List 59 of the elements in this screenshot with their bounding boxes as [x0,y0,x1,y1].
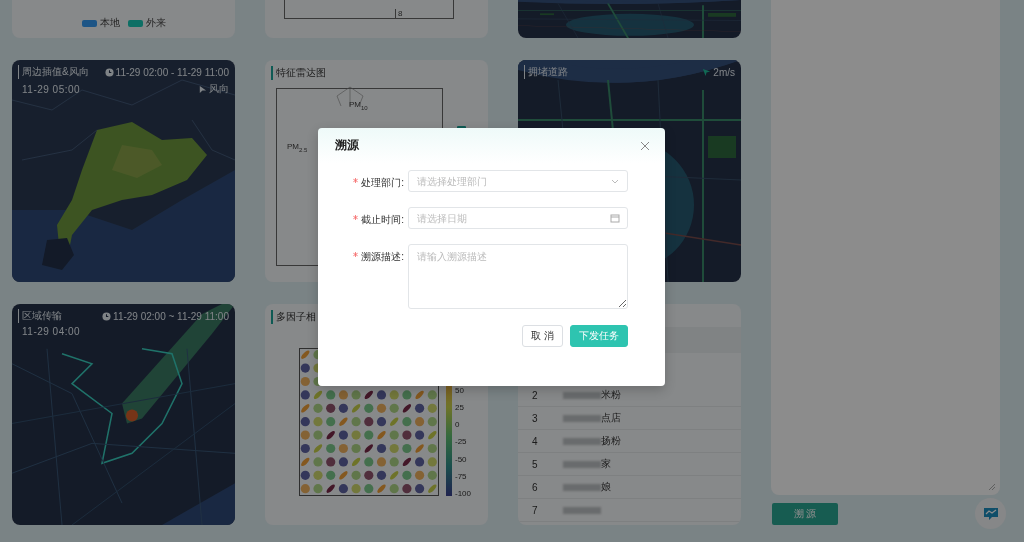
tick-label: -100 [455,488,471,498]
panel-title: 周边插值&风向 [18,65,89,79]
table-cell-text: 4 [531,435,539,447]
tick-label: 0 [455,420,461,430]
close-icon[interactable] [639,139,651,152]
table-cell: 娘 [601,480,611,494]
tick-label: -75 [455,471,468,481]
panel-title: 区域传输 [18,309,62,323]
clock-icon [104,67,114,77]
axis-label: PM$_{2.5}$ [287,142,308,153]
table-cell-text: 3 [531,412,539,424]
select-field[interactable]: 请选择处理部门 [408,170,628,192]
table-cell-text: 7 [531,504,539,516]
legend-label: 外来 [145,16,166,30]
field-label: 截止时间: [361,213,404,227]
table-cell: 点店 [601,411,621,425]
resize-grip-icon[interactable] [989,484,995,490]
tick-label: -50 [455,454,468,464]
redacted-text [563,460,601,468]
axis-label: PM$_{10}$ [349,100,368,111]
redacted-text [563,391,601,399]
trace-button[interactable]: 溯 源 [772,503,838,525]
field-label: 处理部门: [361,176,404,190]
chat-button[interactable] [975,498,1006,529]
table-cell: 家 [601,457,611,471]
table-cell-text: 5 [531,458,539,470]
description-field[interactable] [771,0,1000,495]
table-cell: 米粉 [601,388,621,402]
calendar-icon [610,213,620,223]
arrow-icon [198,84,207,94]
legend-label: 本地 [99,16,120,30]
wind-label: 风向 [209,82,229,96]
table-cell-text: 2 [531,389,539,401]
redacted-text [563,414,601,422]
time-range: 11-29 02:00 ~ 11-29 11:00 [113,310,229,322]
arrow-icon [702,67,712,77]
table-cell: 扬粉 [601,434,621,448]
time-range: 11-29 02:00 - 11-29 11:00 [115,66,229,78]
wind-speed: 2m/s [713,66,735,78]
tick-label: 50 [455,386,465,395]
tick-label: -25 [455,437,468,447]
redacted-text [563,437,601,445]
field-label: 溯源描述: [361,250,404,264]
cancel-button[interactable]: 取 消 [522,325,563,347]
card-title: 特征雷达图 [271,66,326,80]
panel-title: 拥堵道路 [524,65,568,79]
timestamp: 11-29 05:00 [21,83,81,95]
chat-icon [982,506,999,521]
tick-label: 25 [455,403,465,413]
redacted-text [563,506,601,514]
submit-button[interactable]: 下发任务 [570,325,628,347]
clock-icon [102,311,112,321]
card-title: 多因子相 [271,310,316,324]
axis-label: 8 [395,9,403,18]
table-cell-text: 6 [531,481,539,493]
timestamp: 11-29 04:00 [21,326,81,337]
redacted-text [563,483,601,491]
dialog-title: 溯源 [335,137,359,154]
radar-chart-drawing [335,86,365,106]
